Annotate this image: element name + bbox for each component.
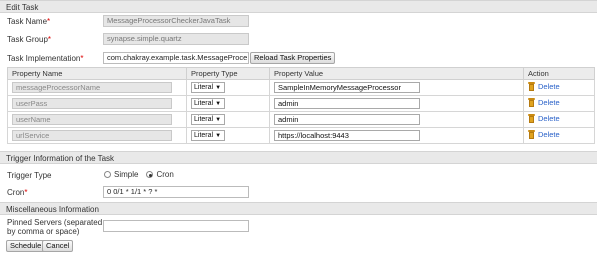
property-value-input[interactable]: admin [274,114,420,125]
property-type-select[interactable]: Literal ▼ [191,130,225,141]
column-header: Property Value [269,67,524,80]
edit-task-header: Edit Task [0,0,597,13]
required-mark: * [47,35,52,44]
property-value-input[interactable]: SampleInMemoryMessageProcessor [274,82,420,93]
table-row: userName Literal ▼ admin Delete [7,111,595,128]
caret-down-icon: ▼ [215,85,222,91]
delete-link[interactable]: Delete [528,114,560,123]
delete-label: Delete [538,82,560,91]
task-name-label: Task Name* [7,17,50,26]
task-implementation-label: Task Implementation* [7,54,84,63]
trigger-type-label: Trigger Type [7,171,52,180]
radio-cron-label: Cron [156,170,174,179]
required-mark: * [24,188,28,197]
reload-task-properties-button[interactable]: Reload Task Properties [250,52,336,64]
property-name-field: userPass [12,98,172,109]
property-type-select[interactable]: Literal ▼ [191,82,225,93]
cron-input[interactable]: 0 0/1 * 1/1 * ? * [103,186,249,198]
radio-simple[interactable] [104,171,111,178]
schedule-button[interactable]: Schedule [6,240,46,252]
property-name-field: messageProcessorName [12,82,172,93]
column-header: Property Type [186,67,270,80]
delete-link[interactable]: Delete [528,98,560,107]
property-type-value: Literal [194,132,214,139]
pinned-servers-label-line2: by comma or space) [7,227,80,236]
property-value-input[interactable]: https://localhost:9443 [274,130,420,141]
table-row: userPass Literal ▼ admin Delete [7,95,595,112]
table-row: urlService Literal ▼ https://localhost:94… [7,127,595,144]
cancel-button[interactable]: Cancel [42,240,74,252]
radio-cron[interactable] [146,171,154,178]
delete-link[interactable]: Delete [528,130,560,139]
trigger-header: Trigger Information of the Task [0,151,597,164]
cron-label-text: Cron [7,188,25,197]
properties-header-row: Property Name Property Type Property Val… [7,67,595,80]
trash-icon [528,114,535,123]
misc-header: Miscellaneous Information [0,202,597,215]
property-value-input[interactable]: admin [274,98,420,109]
pinned-servers-label: Pinned Servers (separated by comma or sp… [7,218,102,236]
caret-down-icon: ▼ [215,117,222,123]
caret-down-icon: ▼ [215,101,222,107]
delete-label: Delete [538,114,560,123]
delete-link[interactable]: Delete [528,82,560,91]
trigger-type-group: Simple Cron [104,170,174,179]
property-type-select[interactable]: Literal ▼ [191,98,225,109]
property-name-field: urlService [12,130,172,141]
task-group-label-text: Task Group [7,35,48,44]
properties-table: Property Name Property Type Property Val… [7,67,595,144]
property-type-value: Literal [194,84,214,91]
task-implementation-label-text: Task Implementation [7,54,81,63]
task-name-label-text: Task Name [7,17,48,26]
task-name-field: MessageProcessorCheckerJavaTask [103,15,249,27]
pinned-servers-label-line1: Pinned Servers (separated [7,218,103,227]
property-type-value: Literal [194,100,214,107]
required-mark: * [80,54,84,63]
trash-icon [528,130,535,139]
column-header: Property Name [7,67,187,80]
delete-label: Delete [538,98,560,107]
task-group-field: synapse.simple.quartz [103,33,249,45]
caret-down-icon: ▼ [215,133,222,139]
trash-icon [528,98,535,107]
required-mark: * [47,17,51,26]
pinned-servers-input[interactable] [103,220,249,232]
cron-label: Cron* [7,188,27,197]
task-implementation-input[interactable]: com.chakray.example.task.MessageProce [103,52,249,64]
property-type-value: Literal [194,116,214,123]
delete-label: Delete [538,130,560,139]
trash-icon [528,82,535,91]
task-group-label: Task Group* [7,35,51,44]
column-header: Action [523,67,595,80]
table-row: messageProcessorName Literal ▼ SampleInMe… [7,79,595,96]
property-type-select[interactable]: Literal ▼ [191,114,225,125]
radio-simple-label: Simple [114,170,139,179]
property-name-field: userName [12,114,172,125]
